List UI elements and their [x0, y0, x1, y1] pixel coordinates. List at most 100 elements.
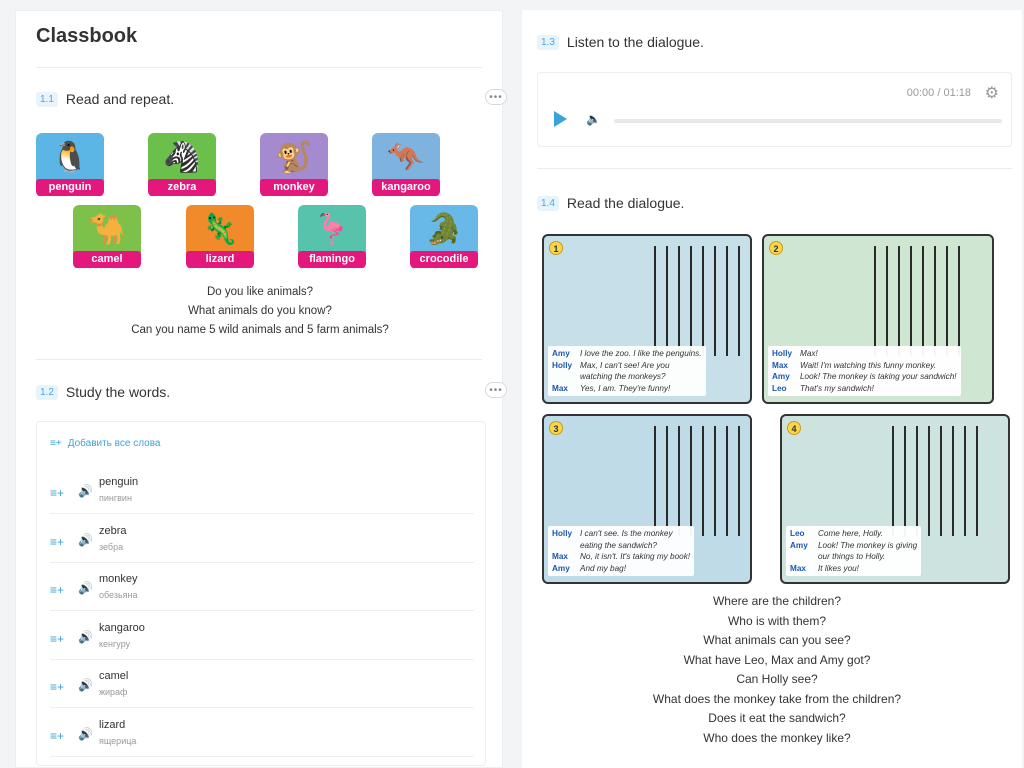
cage-bar	[874, 246, 876, 356]
camel-icon: 🐪	[73, 205, 141, 253]
speaker-name: Holly	[552, 360, 573, 370]
dialogue-line: Max It likes you!	[790, 563, 917, 575]
animal-label: lizard	[186, 251, 254, 268]
speaker-icon[interactable]: 🔊	[78, 533, 93, 547]
speaker-icon[interactable]: 🔊	[78, 727, 93, 741]
cage-bar	[726, 246, 728, 356]
speaker-name: Amy	[552, 563, 570, 573]
dialogue-text: No, it isn't. It's taking my book!	[580, 552, 691, 561]
cage-bar	[678, 246, 680, 356]
add-word-icon[interactable]: ≡+	[50, 535, 64, 549]
add-all-words-label: Добавить все слова	[67, 438, 161, 449]
word-translation: ящерица	[99, 735, 137, 746]
add-word-icon[interactable]: ≡+	[50, 486, 64, 500]
cage-bar	[904, 426, 906, 536]
cage-bar	[916, 426, 918, 536]
animal-card-lizard: 🦎 lizard	[186, 205, 254, 269]
word-translation: жираф	[99, 687, 128, 697]
volume-icon[interactable]: 🔈	[586, 112, 601, 126]
animal-label: crocodile	[410, 251, 478, 268]
dialogue-line: Amy I love the zoo. I like the penguins.	[552, 348, 702, 360]
cage-bar	[958, 246, 960, 356]
dialogue-line: Leo That's my sandwich!	[772, 383, 957, 395]
dialogue-questions: Where are the children? Who is with them?…	[522, 592, 1024, 748]
word-translation: пингвин	[99, 493, 132, 503]
dialogue-line: Holly I can't see. Is the monkey	[552, 528, 690, 540]
audio-time: 00:00 / 01:18	[906, 87, 971, 99]
cage-bar	[964, 426, 966, 536]
speaker-icon[interactable]: 🔊	[78, 630, 93, 644]
classbook-panel: Classbook 1.1 Read and repeat. ••• 🐧 peng…	[15, 10, 507, 768]
dialogue-box: Holly Max! Max Wait! I'm watching this funn…	[768, 346, 961, 396]
question-line: Can you name 5 wild animals and 5 farm a…	[131, 324, 389, 336]
dialogue-line: Holly Max!	[772, 348, 957, 360]
word-text: kangaroo	[99, 621, 145, 634]
dialogue-line: Amy And my bag!	[552, 563, 690, 575]
word-translation: зебра	[99, 541, 124, 552]
animal-card-zebra: 🦓 zebra	[148, 133, 216, 197]
word-row: ≡+ 🔊 zebra зебра	[50, 515, 474, 563]
dialogue-text: I love the zoo. I like the penguins.	[580, 349, 702, 358]
add-list-icon: ≡+	[50, 438, 62, 449]
audio-player: 00:00 / 01:18 ⚙ 🔈	[537, 72, 1012, 147]
word-text: zebra	[99, 524, 127, 537]
question-line: What animals can you see?	[703, 633, 851, 647]
add-word-icon[interactable]: ≡+	[50, 680, 64, 694]
question-line: What animals do you know?	[188, 305, 332, 317]
animal-label: zebra	[148, 179, 216, 196]
panel-number: 4	[787, 421, 801, 435]
dialogue-line: Max No, it isn't. It's taking my book!	[552, 551, 690, 563]
word-row: ≡+ 🔊 kangaroo кенгуру	[50, 612, 474, 660]
cage-bar	[940, 426, 942, 536]
speaker-icon[interactable]: 🔊	[78, 581, 93, 595]
question-line: Do you like animals?	[206, 286, 314, 298]
section-title: Read and repeat.	[65, 91, 175, 107]
monkey-icon: 🐒	[260, 133, 328, 181]
cage-bar	[910, 246, 912, 356]
speaker-name: Amy	[552, 349, 570, 358]
dialogue-line: Holly Max, I can't see! Are you	[552, 360, 702, 372]
dialogue-box: Amy I love the zoo. I like the penguins. H…	[548, 346, 706, 396]
add-all-words-button[interactable]: ≡+ Добавить все слова	[50, 438, 160, 449]
speaker-name: Max	[790, 563, 806, 573]
animal-card-kangaroo: 🦘 kangaroo	[372, 133, 440, 197]
section-number: 1.4	[537, 195, 559, 211]
question-line: Does it eat the sandwich?	[708, 711, 846, 725]
exercise-panel: 1.3 Listen to the dialogue. 00:00 / 01:1…	[522, 10, 1022, 768]
animal-card-monkey: 🐒 monkey	[260, 133, 328, 197]
speaker-icon[interactable]: 🔊	[78, 678, 93, 692]
dialogue-text: Max!	[800, 349, 818, 358]
add-word-icon[interactable]: ≡+	[50, 583, 64, 597]
animal-label: penguin	[36, 179, 104, 196]
cage-bar	[690, 246, 692, 356]
gear-icon[interactable]: ⚙	[985, 83, 999, 103]
speaker-name: Amy	[772, 372, 790, 381]
add-word-icon[interactable]: ≡+	[50, 729, 64, 743]
audio-progress-bar[interactable]	[614, 119, 1002, 123]
word-list: ≡+ Добавить все слова ≡+ 🔊 penguin пингвин ≡…	[36, 421, 486, 766]
dialogue-line: eating the sandwich?	[552, 540, 690, 552]
speaker-name: Leo	[790, 529, 805, 538]
cage-bar	[714, 426, 716, 536]
question-line: Who is with them?	[727, 613, 827, 628]
dialogue-text: That's my sandwich!	[800, 383, 874, 393]
dialogue-box: Leo Come here, Holly. Amy Look! The monkey …	[786, 526, 922, 576]
add-word-icon[interactable]: ≡+	[50, 632, 64, 646]
kangaroo-icon: 🦘	[372, 133, 440, 181]
cage-bar	[898, 246, 900, 356]
dialogue-line: Leo Come here, Holly.	[790, 528, 917, 540]
section-menu-button[interactable]: •••	[485, 89, 507, 105]
divider	[537, 168, 1012, 169]
animal-card-crocodile: 🐊 crocodile	[410, 205, 478, 269]
speaker-icon[interactable]: 🔊	[78, 484, 93, 498]
play-icon[interactable]	[554, 111, 567, 127]
cage-bar	[654, 246, 656, 356]
dialogue-text: Max, I can't see! Are you	[580, 360, 670, 370]
speaker-name: Max	[552, 383, 568, 393]
word-translation: кенгуру	[99, 638, 131, 649]
section-menu-button[interactable]: •••	[485, 382, 507, 398]
section-1-3-header: 1.3 Listen to the dialogue.	[537, 34, 704, 50]
dialogue-line: Max Wait! I'm watching this funny monkey.	[772, 360, 957, 372]
section-title: Listen to the dialogue.	[566, 34, 704, 50]
question-line: Who does the monkey like?	[703, 730, 851, 745]
